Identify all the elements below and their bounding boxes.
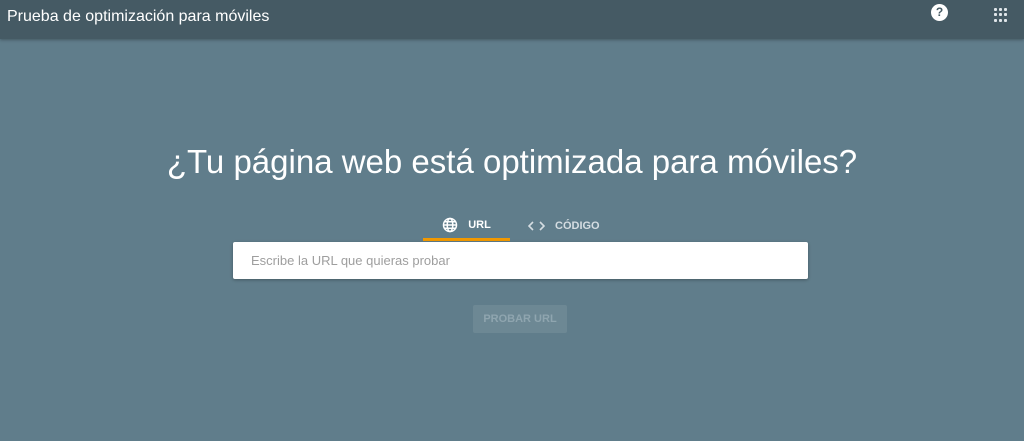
help-icon[interactable]: ? xyxy=(931,4,948,21)
test-url-button[interactable]: PROBAR URL xyxy=(473,305,567,333)
apps-grid-icon[interactable] xyxy=(994,8,1008,22)
tab-url-label: URL xyxy=(468,218,491,231)
url-input[interactable] xyxy=(233,242,808,279)
tab-url[interactable]: URL xyxy=(423,211,510,241)
tab-code-label: CÓDIGO xyxy=(555,220,600,232)
globe-icon xyxy=(442,217,458,232)
page-heading: ¿Tu página web está optimizada para móvi… xyxy=(166,143,858,180)
tab-code[interactable]: CÓDIGO xyxy=(528,211,600,241)
code-icon xyxy=(528,221,545,231)
app-header: Prueba de optimización para móviles ? xyxy=(0,0,1024,39)
app-title: Prueba de optimización para móviles xyxy=(7,8,270,25)
